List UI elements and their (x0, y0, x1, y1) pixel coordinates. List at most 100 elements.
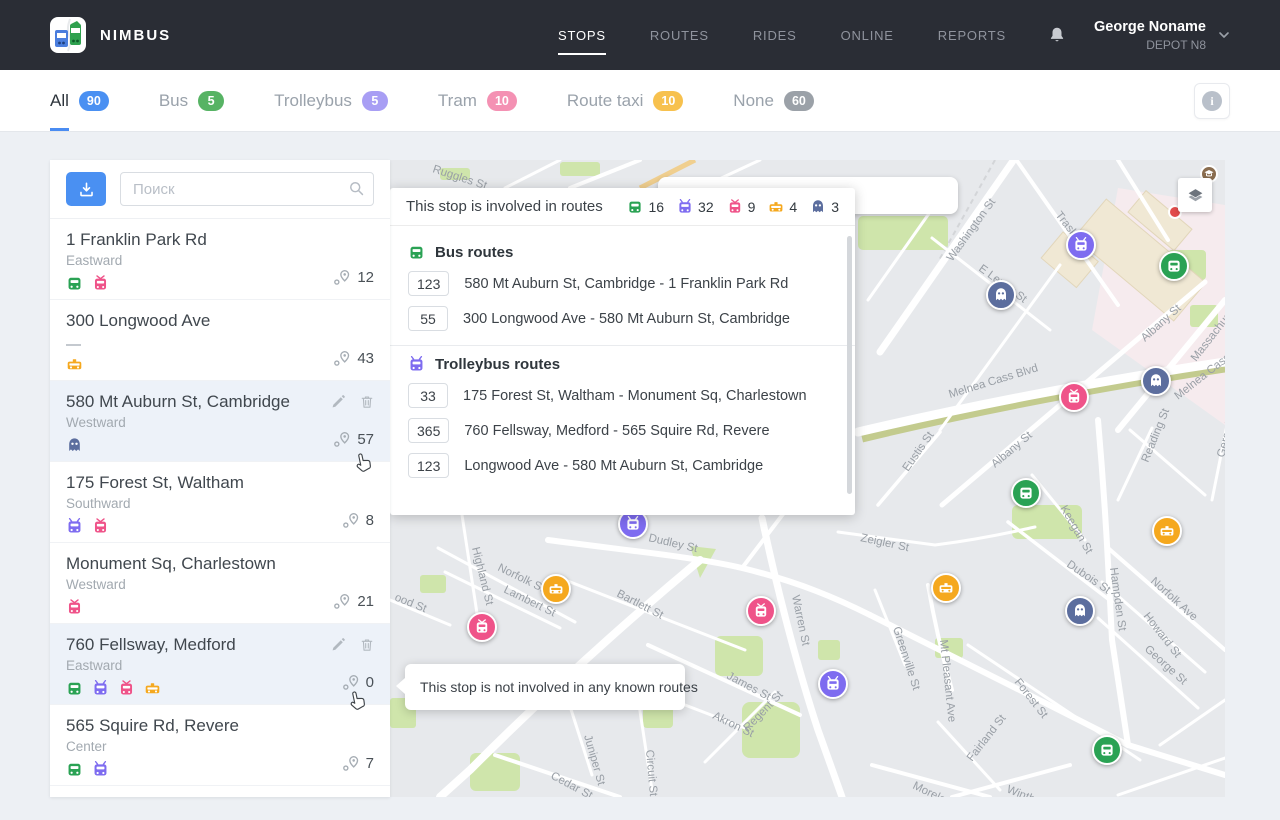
taxi-route-count: 4 (768, 199, 797, 215)
nav-reports[interactable]: REPORTS (938, 22, 1006, 49)
stop-name: 1 Franklin Park Rd (66, 230, 374, 250)
count-value: 32 (698, 199, 714, 215)
taxi-icon (1159, 523, 1175, 539)
map-marker-taxi[interactable] (931, 573, 961, 603)
route-name: 175 Forest St, Waltham - Monument Sq, Ch… (463, 388, 807, 404)
stop-routes-counter[interactable]: 43 (333, 350, 374, 367)
export-button[interactable] (66, 172, 106, 206)
map-marker-trolleybus[interactable] (1066, 230, 1096, 260)
tab-route-taxi[interactable]: Route taxi10 (567, 91, 683, 111)
map-canvas[interactable]: Ruggles StWashington StTrask StE Lenox S… (390, 160, 1225, 797)
stop-routes-counter[interactable]: 21 (333, 593, 374, 610)
stop-list-item[interactable]: 175 Forest St, Waltham Southward 8 (50, 462, 390, 543)
map-marker-tram[interactable] (746, 596, 776, 626)
route-row[interactable]: 123 580 Mt Auburn St, Cambridge - 1 Fran… (408, 271, 837, 296)
trolleybus-icon (825, 676, 841, 692)
tab-trolleybus[interactable]: Trolleybus5 (274, 91, 388, 111)
tab-all[interactable]: All90 (50, 91, 109, 111)
map-marker-bus[interactable] (1159, 251, 1189, 281)
trolleybus-icon (92, 680, 109, 697)
map-marker-ghost[interactable] (1065, 596, 1095, 626)
chevron-down-icon[interactable] (1216, 27, 1232, 43)
search-input[interactable] (120, 172, 374, 206)
nav-online[interactable]: ONLINE (841, 22, 894, 49)
stop-list-item[interactable]: 565 Squire Rd, Revere Center 7 (50, 705, 390, 786)
nav-stops[interactable]: STOPS (558, 22, 606, 49)
stop-vehicle-icons (66, 275, 374, 292)
routes-count-value: 7 (366, 755, 374, 772)
trolleybus-icon (66, 518, 83, 535)
route-row[interactable]: 365 760 Fellsway, Medford - 565 Squire R… (408, 418, 837, 443)
stop-direction: Southward (66, 496, 374, 512)
stop-list-item[interactable]: 300 Longwood Ave 43 (50, 300, 390, 381)
stop-list-item[interactable]: 760 Fellsway, Medford Eastward 0 (50, 624, 390, 705)
routes-count-value: 43 (357, 350, 374, 367)
stop-vehicle-icons (66, 599, 374, 616)
stop-list-item[interactable]: 1 Franklin Park Rd Eastward 12 (50, 219, 390, 300)
stop-routes-counter[interactable]: 7 (342, 755, 374, 772)
trolleybus-icon (408, 356, 425, 373)
popup-scrollbar[interactable] (847, 236, 852, 494)
info-icon: i (1202, 91, 1222, 111)
map-marker-bus[interactable] (1011, 478, 1041, 508)
nav-rides[interactable]: RIDES (753, 22, 797, 49)
map-marker-tram[interactable] (467, 612, 497, 642)
map-marker-ghost[interactable] (986, 280, 1016, 310)
route-name: 300 Longwood Ave - 580 Mt Auburn St, Cam… (463, 311, 790, 327)
map-marker-taxi[interactable] (541, 574, 571, 604)
map-marker-taxi[interactable] (1152, 516, 1182, 546)
tab-count-badge: 5 (362, 91, 388, 111)
stop-list-item[interactable]: Monument Sq, Charlestown Westward 21 (50, 543, 390, 624)
map-layers-button[interactable] (1178, 178, 1212, 212)
nav-routes[interactable]: ROUTES (650, 22, 709, 49)
delete-stop-icon[interactable] (359, 394, 375, 410)
cursor-hand-icon (346, 688, 369, 716)
stops-list-panel: 1 Franklin Park Rd Eastward 12 300 Longw… (50, 160, 390, 797)
street-label: Juniper St (581, 734, 607, 788)
popup-body: Bus routes123 580 Mt Auburn St, Cambridg… (390, 226, 855, 478)
stop-vehicle-icons (66, 761, 374, 778)
ghost-route-count: 3 (810, 199, 839, 215)
tab-bus[interactable]: Bus 5 (159, 91, 224, 111)
tab-tram[interactable]: Tram10 (438, 91, 517, 111)
map-marker-ghost[interactable] (1141, 366, 1171, 396)
stop-routes-counter[interactable]: 12 (333, 269, 374, 286)
stop-routes-counter[interactable]: 57 (333, 431, 374, 448)
route-row[interactable]: 55 300 Longwood Ave - 580 Mt Auburn St, … (408, 306, 837, 331)
route-number-badge: 55 (408, 306, 448, 331)
tab-count-badge: 10 (653, 91, 683, 111)
route-number-badge: 365 (408, 418, 449, 443)
route-row[interactable]: 123 Longwood Ave - 580 Mt Auburn St, Cam… (408, 453, 837, 478)
map-marker-bus[interactable] (1092, 735, 1122, 765)
tab-count-badge: 5 (198, 91, 224, 111)
street-label: Albany St (989, 429, 1035, 470)
stop-name: Monument Sq, Charlestown (66, 554, 374, 574)
tab-none[interactable]: None60 (733, 91, 814, 111)
street-label: Fairland St (965, 712, 1009, 764)
search-icon (348, 180, 365, 197)
tab-label: All (50, 91, 69, 111)
ghost-icon (1148, 373, 1164, 389)
trolleybus-route-count: 32 (677, 199, 714, 215)
info-button[interactable]: i (1194, 83, 1230, 119)
tab-label: Bus (159, 91, 188, 111)
street-label: ood St (393, 592, 429, 616)
route-row[interactable]: 33 175 Forest St, Waltham - Monument Sq,… (408, 383, 837, 408)
notifications-bell-icon[interactable] (1048, 26, 1066, 44)
tram-icon (92, 275, 109, 292)
edit-stop-icon[interactable] (330, 637, 346, 653)
stop-vehicle-icons (66, 356, 374, 373)
count-value: 9 (748, 199, 756, 215)
stop-routes-counter[interactable]: 8 (342, 512, 374, 529)
map-marker-trolleybus[interactable] (818, 669, 848, 699)
delete-stop-icon[interactable] (359, 637, 375, 653)
map-marker-tram[interactable] (1059, 382, 1089, 412)
user-name: George Noname (1094, 19, 1206, 35)
trolleybus-icon (92, 761, 109, 778)
stop-list-item[interactable]: 580 Mt Auburn St, Cambridge Westward 57 (50, 381, 390, 462)
edit-stop-icon[interactable] (330, 394, 346, 410)
pins-icon (342, 755, 359, 772)
section-title-text: Trolleybus routes (435, 356, 560, 373)
no-routes-tooltip: This stop is not involved in any known r… (405, 664, 685, 710)
user-menu[interactable]: George Noname DEPOT N8 (1094, 19, 1206, 52)
